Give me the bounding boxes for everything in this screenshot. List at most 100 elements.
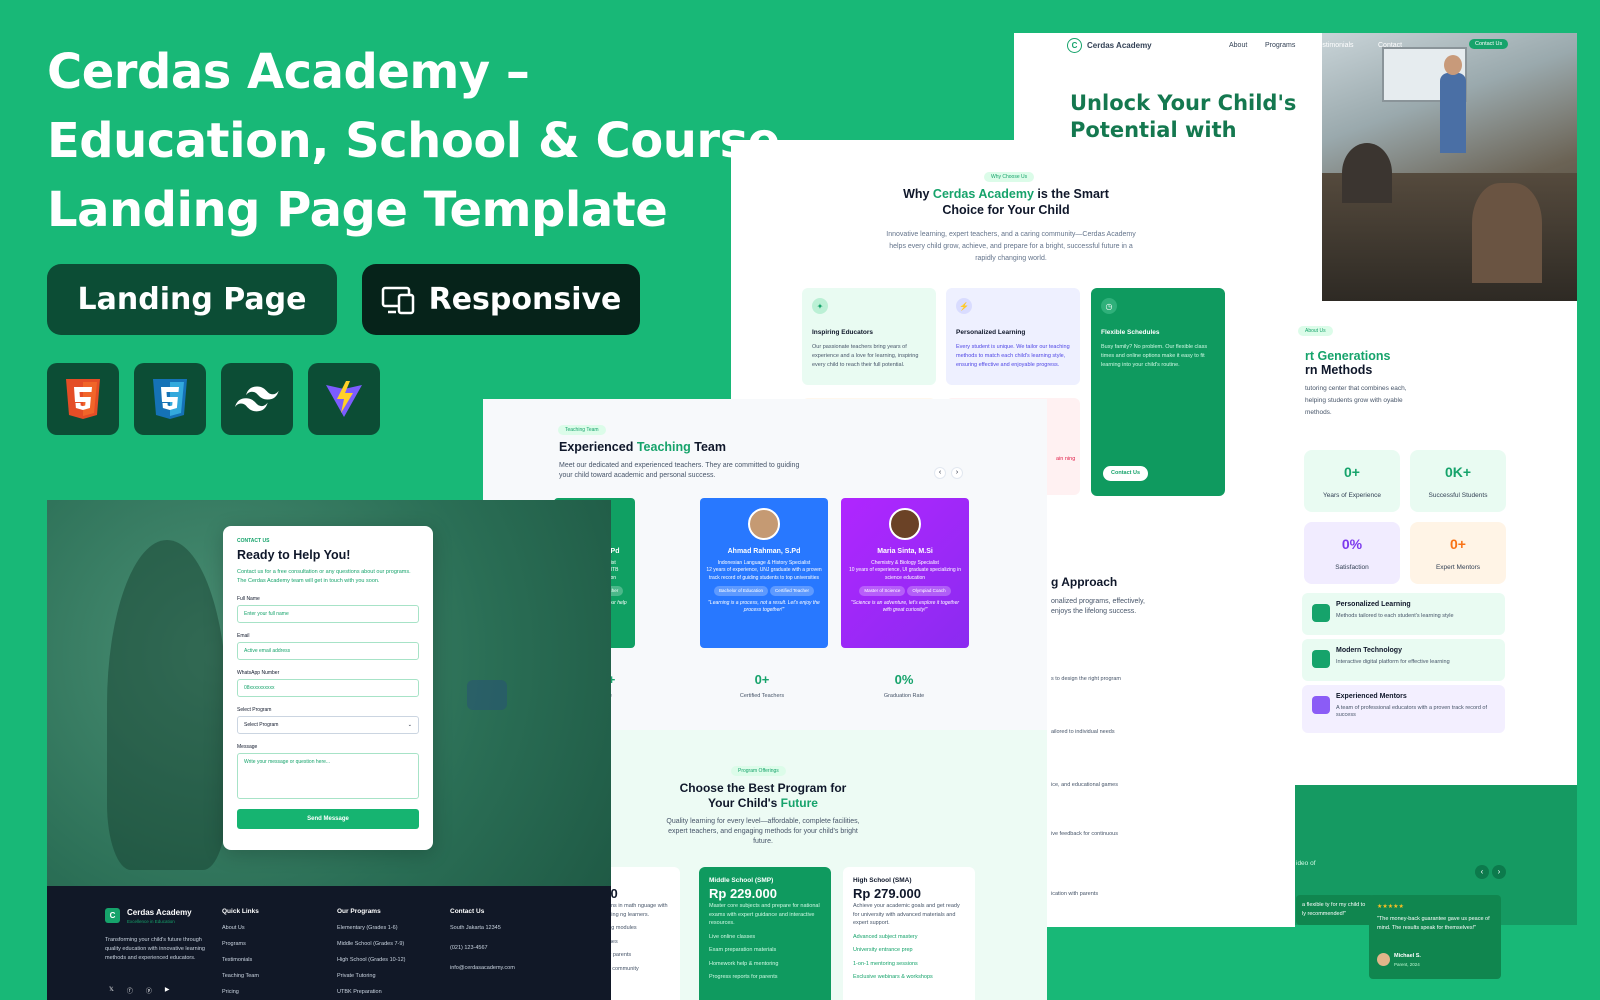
- book-icon: [1312, 604, 1330, 622]
- footer-link[interactable]: Middle School (Grades 7-9): [337, 941, 405, 947]
- nav-contact-button[interactable]: Contact Us: [1469, 39, 1509, 49]
- feature-desc: Interactive digital platform for effecti…: [1336, 659, 1450, 665]
- team-stat-label: Graduation Rate: [883, 693, 925, 699]
- stat-value: 0%: [1341, 536, 1363, 552]
- team-prev-button[interactable]: ‹: [934, 467, 946, 479]
- program-select-label: Select Program: [237, 707, 272, 713]
- contact-form: CONTACT US Ready to Help You! Contact us…: [223, 526, 433, 850]
- footer-link[interactable]: Testimonials: [222, 957, 259, 963]
- footer-link[interactable]: Pricing: [222, 989, 259, 995]
- footer-link[interactable]: Private Tutoring: [337, 973, 405, 979]
- program-price: Rp 229.000: [709, 885, 777, 901]
- card-flexible-schedules: ◷ Flexible Schedules Busy family? No probl…: [1091, 288, 1225, 496]
- testimonial-next-button[interactable]: ›: [1492, 865, 1506, 879]
- chevron-down-icon: ⌄: [407, 722, 412, 728]
- why-title-brand: Cerdas Academy: [932, 187, 1034, 201]
- footer-address: South Jakarta 12345: [450, 925, 501, 931]
- vite-icon: [308, 363, 380, 435]
- testimonial-prev-button[interactable]: ‹: [1475, 865, 1489, 879]
- feature-desc: A team of professional educators with a …: [1336, 705, 1488, 718]
- footer-link[interactable]: Elementary (Grades 1-6): [337, 925, 405, 931]
- landing-page-badge: Landing Page: [47, 264, 337, 335]
- feature-desc: Methods tailored to each student's learn…: [1336, 613, 1454, 619]
- programs-desc: Quality learning for every level—afforda…: [666, 818, 860, 845]
- responsive-badge: Responsive: [362, 264, 640, 335]
- twitter-icon[interactable]: 𝕏: [109, 986, 114, 995]
- footer-link[interactable]: UTBK Preparation: [337, 989, 405, 995]
- card-title: Flexible Schedules: [1101, 329, 1160, 336]
- team-tag: Teaching Team: [558, 425, 606, 435]
- program-title: High School (SMA): [853, 877, 912, 884]
- teacher-card: Maria Sinta, M.Si Chemistry & Biology Spe…: [841, 498, 969, 648]
- nav-about[interactable]: About: [1229, 42, 1247, 49]
- site-footer: C Cerdas Academy Excellence in Education…: [47, 886, 611, 1000]
- footer-col-title: Contact Us: [450, 908, 485, 915]
- footer-programs: Our Programs Elementary (Grades 1-6) Midd…: [337, 908, 405, 1000]
- team-icon: [1312, 696, 1330, 714]
- send-message-button[interactable]: Send Message: [237, 809, 419, 829]
- pinterest-icon[interactable]: ⓟ: [146, 986, 152, 995]
- why-contact-button[interactable]: Contact Us: [1103, 466, 1149, 481]
- team-desc: Meet our dedicated and experienced teach…: [559, 462, 800, 479]
- whatsapp-input[interactable]: 08xxxxxxxxxx: [237, 679, 419, 697]
- stat-students: 0K+ Successful Students: [1410, 450, 1506, 512]
- approach-desc: onalized programs, effectively, enjoys t…: [1051, 598, 1145, 615]
- nav-testimonials[interactable]: Testimonials: [1315, 42, 1354, 49]
- teacher-tag: Olympiad Coach: [907, 586, 951, 596]
- name-input[interactable]: Enter your full name: [237, 605, 419, 623]
- testimonial-intro-partial: ideo of: [1296, 860, 1316, 867]
- team-title-pre: Experienced: [559, 440, 637, 454]
- card-partial-text: ain ning: [1056, 456, 1076, 462]
- footer-col-title: Quick Links: [222, 908, 259, 915]
- responsive-label: Responsive: [428, 282, 622, 317]
- email-label: Email: [237, 633, 250, 639]
- team-next-button[interactable]: ›: [951, 467, 963, 479]
- stat-satisfaction: 0% Satisfaction: [1304, 522, 1400, 584]
- programs-tag: Program Offerings: [731, 766, 786, 776]
- sprout-icon: ✦: [812, 298, 828, 314]
- rating-stars: ★★★★★: [1377, 904, 1404, 910]
- teacher-tag: Bachelor of Education: [714, 586, 769, 596]
- hero-title: Cerdas Academy – Education, School & Cou…: [47, 44, 780, 238]
- program-card-featured: Middle School (SMP) Rp 229.000 Master core…: [699, 867, 831, 1000]
- team-stat-label: Certified Teachers: [739, 693, 785, 699]
- about-desc: tutoring center that combines each, help…: [1305, 385, 1407, 416]
- css3-icon: [134, 363, 206, 435]
- teacher-role: Indonesian Language & History Specialist: [717, 559, 811, 566]
- approach-item: s to design the right program: [1051, 676, 1122, 682]
- youtube-icon[interactable]: ▶: [165, 986, 170, 995]
- feature-technology: Modern Technology Interactive digital pla…: [1302, 639, 1505, 681]
- program-feature: Exclusive webinars & workshops: [853, 974, 933, 980]
- feature-title: Experienced Mentors: [1336, 693, 1407, 700]
- about-title-b: rn Methods: [1305, 363, 1373, 377]
- footer-link[interactable]: Teaching Team: [222, 973, 259, 979]
- feature-mentors: Experienced Mentors A team of professiona…: [1302, 685, 1505, 733]
- why-title-line2: Choice for Your Child: [942, 203, 1070, 217]
- stat-value: 0K+: [1444, 464, 1472, 480]
- programs-title-b: Your Child's: [708, 796, 781, 810]
- program-select[interactable]: Select Program ⌄: [237, 716, 419, 734]
- card-desc: Every student is unique. We tailor our t…: [956, 344, 1070, 368]
- team-title-highlight: Teaching: [636, 440, 691, 454]
- message-textarea[interactable]: Write your message or question here...: [237, 753, 419, 799]
- footer-link[interactable]: Programs: [222, 941, 259, 947]
- teacher-tag: Master of Science: [859, 586, 906, 596]
- clock-icon: ◷: [1101, 298, 1117, 314]
- footer-tagline: Excellence in Education: [127, 919, 175, 924]
- about-tag: About Us: [1298, 326, 1333, 336]
- team-title-post: Team: [690, 440, 726, 454]
- message-label: Message: [237, 744, 258, 750]
- footer-email[interactable]: info@cerdasacademy.com: [450, 965, 515, 971]
- footer-link[interactable]: High School (Grades 10-12): [337, 957, 405, 963]
- nav-programs[interactable]: Programs: [1265, 42, 1295, 49]
- testimonial-card-partial: a flexible ty for my child to ly recomme…: [1296, 895, 1374, 925]
- teacher-quote: "Learning is a process, not a result. Le…: [708, 599, 820, 614]
- footer-link[interactable]: About Us: [222, 925, 259, 931]
- facebook-icon[interactable]: ⓕ: [127, 986, 133, 995]
- program-feature: University entrance prep: [853, 947, 913, 953]
- nav-contact[interactable]: Contact: [1378, 42, 1402, 49]
- teacher-bio: 10 years of experience, UI graduate spec…: [848, 567, 961, 581]
- team-stat-value: 0%: [894, 672, 914, 687]
- program-feature: Progress reports for parents: [709, 974, 778, 980]
- email-input[interactable]: Active email address: [237, 642, 419, 660]
